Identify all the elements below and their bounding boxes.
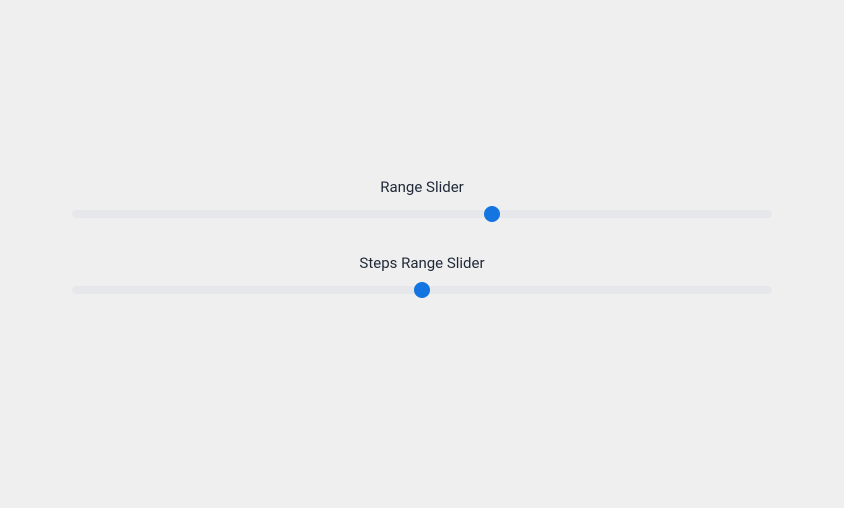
steps-range-slider-label: Steps Range Slider <box>72 254 772 272</box>
steps-range-slider-group: Steps Range Slider <box>72 254 772 294</box>
range-slider-track[interactable] <box>72 210 772 218</box>
range-slider-label: Range Slider <box>72 178 772 196</box>
range-slider-group: Range Slider <box>72 178 772 218</box>
steps-range-slider-track[interactable] <box>72 286 772 294</box>
